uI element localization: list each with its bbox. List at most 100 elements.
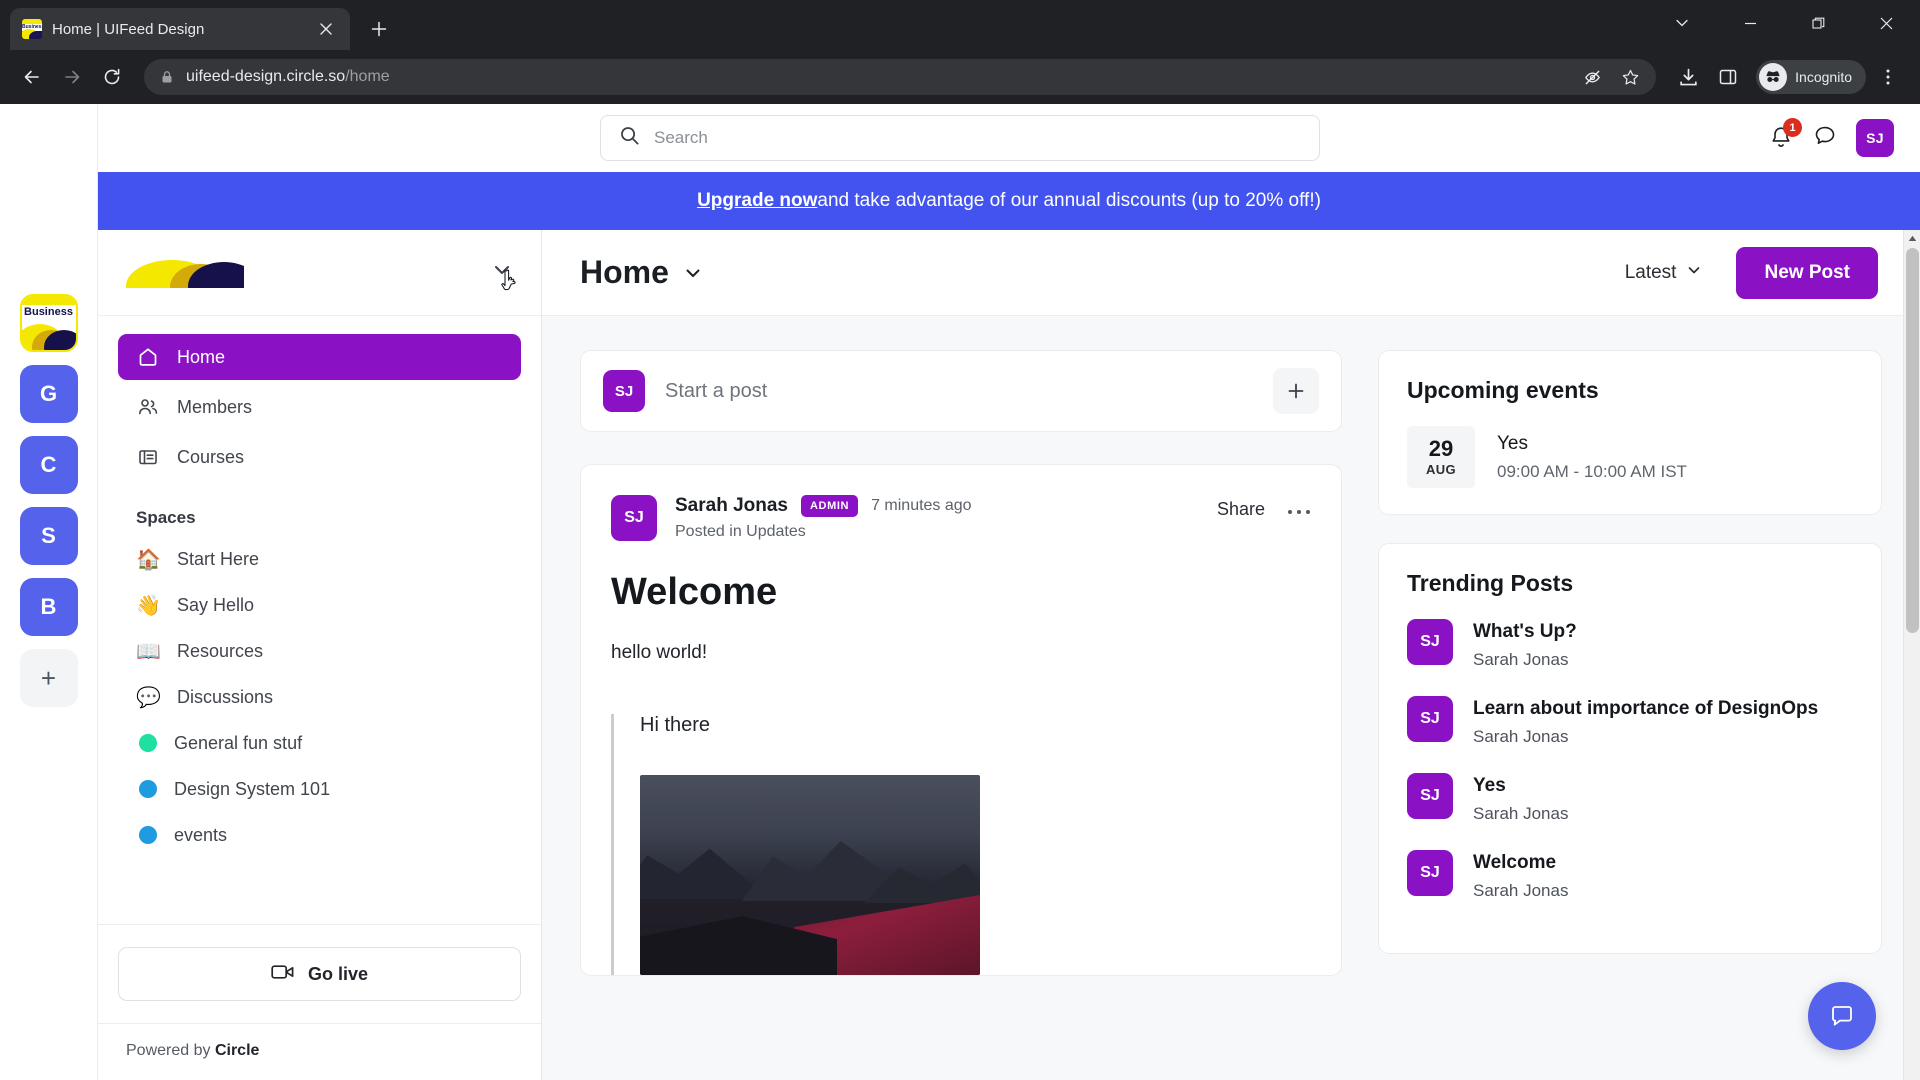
search-icon: [619, 125, 640, 151]
sidebar-item-members[interactable]: Members: [118, 384, 521, 430]
trending-text: Yes Sarah Jonas: [1473, 773, 1568, 824]
page-title[interactable]: Home: [580, 254, 703, 291]
browser-toolbar: uifeed-design.circle.so/home Incognito: [0, 50, 1920, 104]
window-close-button[interactable]: [1852, 0, 1920, 46]
circle-brand-text: Circle: [214, 1042, 260, 1059]
sidebar-space-start-here[interactable]: 🏠 Start Here: [118, 536, 521, 582]
sidebar-item-members-label: Members: [177, 396, 253, 417]
more-horizontal-icon[interactable]: [1287, 504, 1311, 516]
sort-label: Latest: [1624, 261, 1677, 283]
trending-post-item[interactable]: SJ What's Up? Sarah Jonas: [1407, 619, 1853, 670]
trending-post-author: Sarah Jonas: [1473, 727, 1569, 747]
page-scrollbar[interactable]: [1903, 230, 1920, 1080]
trending-post-title: Yes: [1473, 775, 1506, 797]
post-composer[interactable]: SJ Start a post: [580, 350, 1342, 432]
video-camera-icon: [271, 962, 295, 987]
trending-post-item[interactable]: SJ Learn about importance of DesignOps S…: [1407, 696, 1853, 747]
event-month: AUG: [1425, 461, 1457, 477]
sidebar-header: [98, 230, 541, 316]
browser-menu-icon[interactable]: [1870, 59, 1906, 95]
address-bar[interactable]: uifeed-design.circle.so/home: [144, 59, 1657, 95]
window-maximize-button[interactable]: [1784, 0, 1852, 46]
workspace-b[interactable]: B: [19, 578, 78, 636]
event-item[interactable]: 29 AUG Yes 09:00 AM - 10:00 AM IST: [1407, 426, 1853, 488]
reload-icon[interactable]: [94, 59, 130, 95]
post-share-button[interactable]: Share: [1217, 499, 1265, 520]
workspace-s[interactable]: S: [19, 507, 78, 565]
upgrade-now-link[interactable]: Upgrade now: [697, 190, 817, 212]
trending-post-author: Sarah Jonas: [1473, 650, 1569, 670]
spaces-heading: Spaces: [136, 508, 196, 527]
messages-button[interactable]: [1812, 123, 1838, 154]
sidebar-space-events[interactable]: events: [118, 812, 521, 858]
post-author-name[interactable]: Sarah Jonas: [675, 495, 788, 517]
eye-off-icon[interactable]: [1574, 59, 1610, 95]
tab-close-icon[interactable]: [314, 17, 338, 41]
new-post-button[interactable]: New Post: [1736, 246, 1878, 299]
search-input[interactable]: Search: [600, 115, 1320, 161]
browser-tab[interactable]: Business Home | UIFeed Design: [10, 8, 350, 50]
sort-dropdown[interactable]: Latest: [1625, 262, 1703, 284]
go-live-button[interactable]: Go live: [118, 947, 521, 1001]
workspace-c[interactable]: C: [19, 436, 78, 494]
app-header: Search 1 SJ: [0, 104, 1920, 172]
post-title[interactable]: Welcome: [611, 571, 1311, 614]
sidebar-space-say-hello-label: Say Hello: [177, 594, 255, 615]
download-icon[interactable]: [1670, 59, 1706, 95]
forward-icon[interactable]: [54, 59, 90, 95]
sidebar-space-resources[interactable]: 📖 Resources: [118, 628, 521, 674]
trending-post-item[interactable]: SJ Welcome Sarah Jonas: [1407, 850, 1853, 901]
upcoming-events-card: Upcoming events 29 AUG Yes 09:00 AM - 10…: [1378, 350, 1882, 515]
side-panel-icon[interactable]: [1710, 59, 1746, 95]
workspace-g[interactable]: G: [19, 365, 78, 423]
sidebar-item-home[interactable]: Home: [118, 334, 521, 380]
user-avatar[interactable]: SJ: [1856, 119, 1894, 157]
upgrade-banner: Upgrade now and take advantage of our an…: [98, 172, 1920, 230]
notifications-button[interactable]: 1: [1768, 118, 1802, 151]
trending-post-title: Learn about importance of DesignOps: [1473, 698, 1819, 720]
sidebar-space-design-system-101-label: Design System 101: [174, 778, 331, 799]
new-tab-button[interactable]: [362, 12, 396, 46]
tab-title: Home | UIFeed Design: [52, 20, 205, 38]
incognito-avatar-icon: [1759, 63, 1788, 91]
sidebar-item-courses[interactable]: Courses: [118, 434, 521, 480]
sidebar-space-general-fun-stuf[interactable]: General fun stuf: [118, 720, 521, 766]
workspace-add-button[interactable]: +: [19, 649, 78, 707]
sidebar-space-discussions-label: Discussions: [177, 686, 274, 707]
post-header: SJ Sarah Jonas ADMIN 7 minutes ago Poste…: [611, 495, 1311, 541]
post-space-label[interactable]: Posted in Updates: [675, 523, 1199, 541]
sidebar-space-say-hello[interactable]: 👋 Say Hello: [118, 582, 521, 628]
post-timestamp: 7 minutes ago: [871, 497, 972, 514]
page-title-chevron-icon[interactable]: [683, 254, 703, 291]
sidebar-space-discussions[interactable]: 💬 Discussions: [118, 674, 521, 720]
blue-dot-icon: [139, 826, 157, 844]
post-card: SJ Sarah Jonas ADMIN 7 minutes ago Poste…: [580, 464, 1342, 976]
chevron-down-icon: [1686, 262, 1702, 284]
window-minimize-button[interactable]: [1716, 0, 1784, 46]
scrollbar-thumb[interactable]: [1906, 248, 1919, 633]
members-icon: [136, 395, 160, 419]
scroll-up-arrow-icon[interactable]: [1904, 230, 1920, 247]
sidebar-scroll[interactable]: Home Members Courses Spaces 🏠 Start Here…: [98, 316, 541, 924]
sidebar-dropdown-chevron-icon[interactable]: [491, 259, 516, 291]
upcoming-events-title: Upcoming events: [1407, 377, 1599, 403]
workspace-business[interactable]: Business: [19, 294, 78, 352]
trending-text: Welcome Sarah Jonas: [1473, 850, 1568, 901]
profile-incognito-chip[interactable]: Incognito: [1756, 60, 1866, 94]
search-container: Search: [600, 115, 1320, 161]
sidebar-space-design-system-101[interactable]: Design System 101: [118, 766, 521, 812]
post-blockquote: Hi there: [611, 714, 1311, 975]
back-icon[interactable]: [14, 59, 50, 95]
page-title-text: Home: [580, 254, 669, 290]
composer-add-button[interactable]: [1273, 368, 1319, 414]
bookmark-star-icon[interactable]: [1612, 59, 1648, 95]
mouse-cursor-pointer: [501, 269, 521, 295]
post-author-avatar[interactable]: SJ: [611, 495, 657, 541]
go-live-label: Go live: [307, 963, 369, 984]
trending-post-item[interactable]: SJ Yes Sarah Jonas: [1407, 773, 1853, 824]
composer-avatar: SJ: [603, 370, 645, 412]
tab-favicon-icon: Business: [22, 19, 42, 39]
chat-support-fab[interactable]: [1808, 982, 1876, 1050]
post-meta: Sarah Jonas ADMIN 7 minutes ago Posted i…: [675, 495, 1199, 541]
tab-search-chevron-icon[interactable]: [1648, 0, 1716, 46]
